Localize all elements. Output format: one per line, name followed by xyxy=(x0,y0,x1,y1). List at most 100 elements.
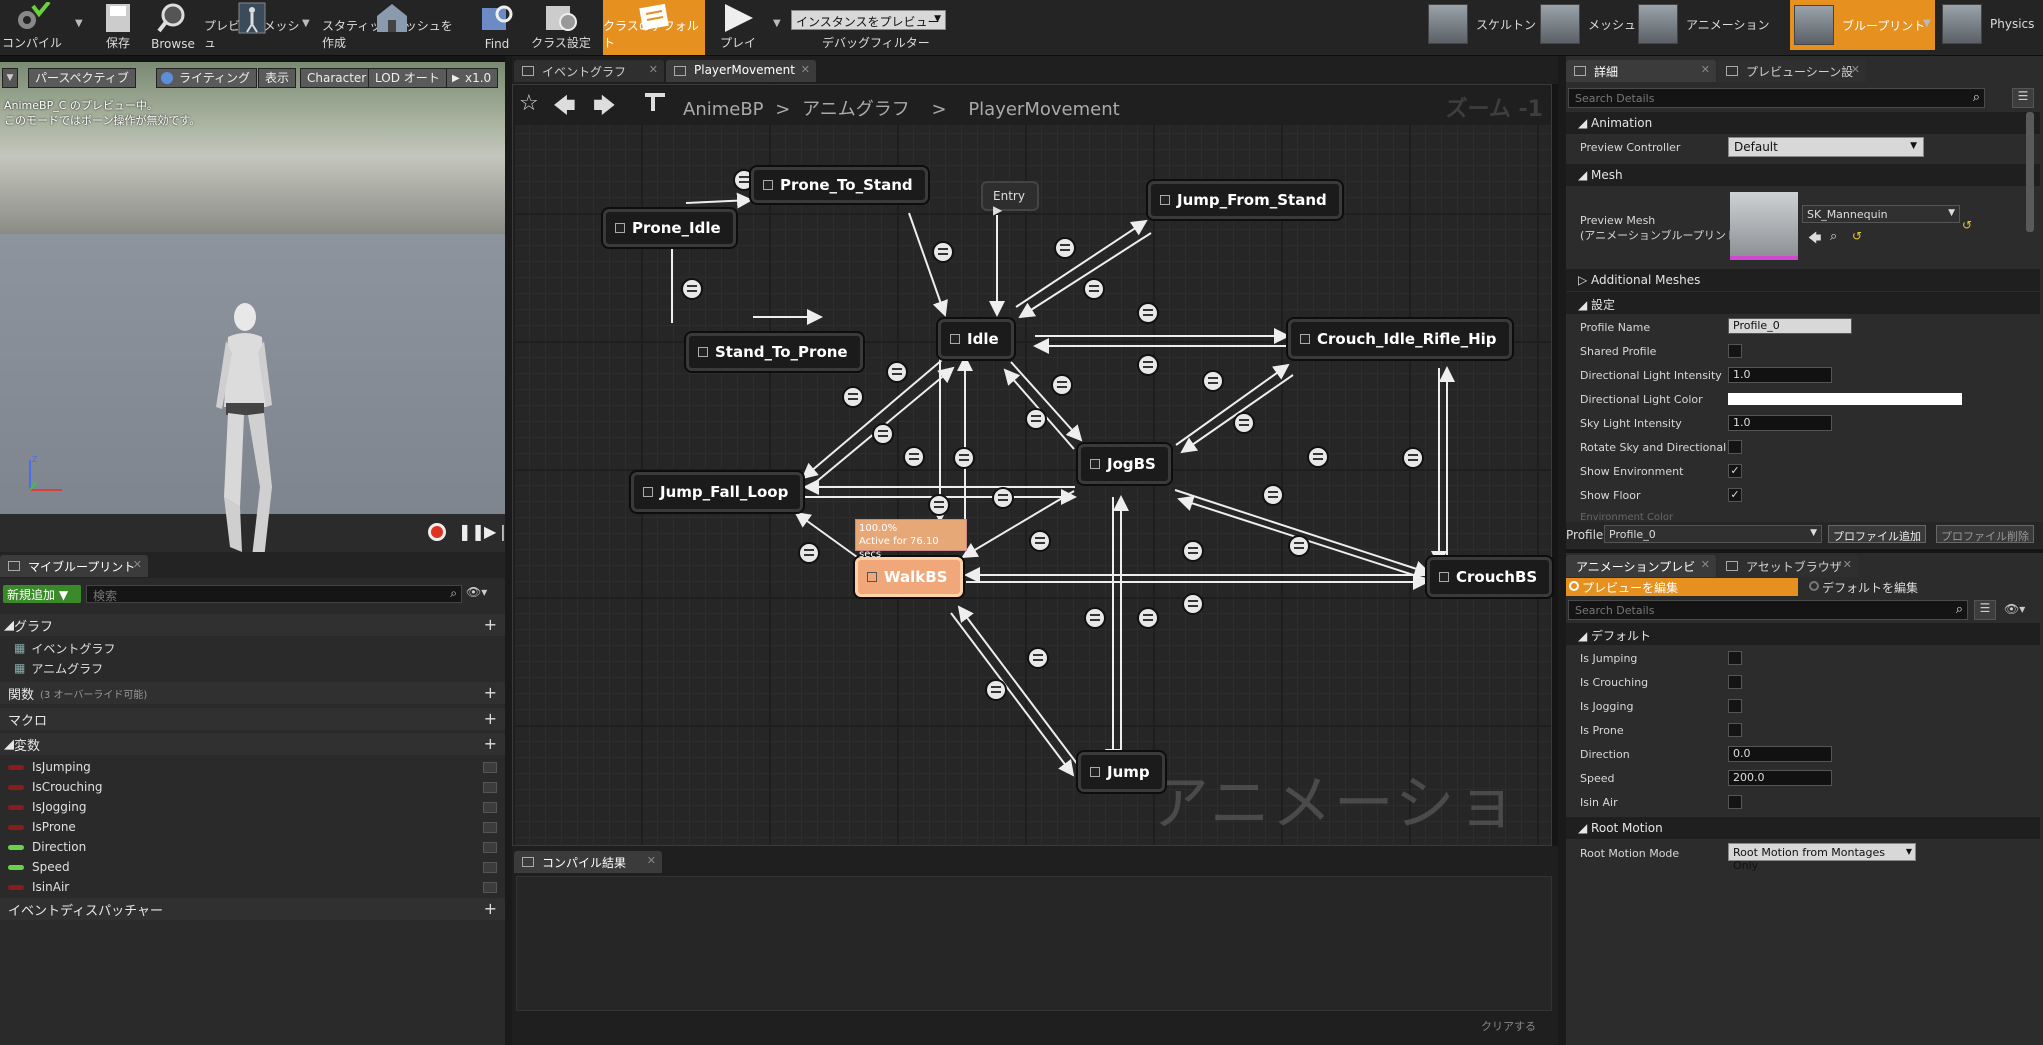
close-icon[interactable]: ✕ xyxy=(1851,63,1860,76)
tab-details[interactable]: 詳細 ✕ xyxy=(1566,60,1716,82)
my-blueprint-search-input[interactable]: 検索 ⌕ xyxy=(86,585,462,603)
state-crouchbs[interactable]: CrouchBS xyxy=(1427,557,1553,597)
add-variable-icon[interactable]: + xyxy=(484,734,497,753)
character-button[interactable]: Character xyxy=(300,68,374,88)
save-button[interactable]: 保存 xyxy=(96,0,140,55)
left-splitter[interactable] xyxy=(505,56,512,1045)
view-options-icon[interactable]: ☰ xyxy=(1974,600,1996,620)
mode-skeleton-button[interactable]: スケルトン xyxy=(1428,0,1536,48)
preview-mesh-button[interactable]: プレビューメッシュ xyxy=(204,0,300,55)
preview-mesh-select[interactable]: SK_Mannequin ▼ xyxy=(1802,205,1960,223)
state-prone-idle[interactable]: Prone_Idle xyxy=(603,209,736,247)
variable-item[interactable]: Speed xyxy=(0,857,505,877)
tab-compile-results[interactable]: コンパイル結果 ✕ xyxy=(514,851,662,873)
entry-node[interactable]: Entry ▶ xyxy=(981,181,1039,217)
dispatchers-section-header[interactable]: イベントディスパッチャー + xyxy=(0,898,505,920)
functions-section-header[interactable]: 関数 (3 オーバーライド可能) + xyxy=(0,682,505,704)
transition-rule-icon[interactable] xyxy=(985,679,1007,701)
speed-input[interactable]: 200.0 xyxy=(1728,770,1832,786)
viewport-menu-button[interactable]: ▼ xyxy=(2,68,18,88)
state-jump-fall-loop[interactable]: Jump_Fall_Loop xyxy=(631,472,804,512)
show-floor-checkbox[interactable]: ✓ xyxy=(1728,488,1742,502)
visibility-eye-icon[interactable] xyxy=(483,881,497,893)
isin-air-checkbox[interactable] xyxy=(1728,795,1742,809)
transition-rule-icon[interactable] xyxy=(1137,354,1159,376)
transition-rule-icon[interactable] xyxy=(932,241,954,263)
anim-preview-search-input[interactable]: Search Details ⌕ xyxy=(1568,600,1968,620)
state-machine-graph[interactable]: ☆ 🡄 🡆 AnimeBP > アニムグラフ > PlayerMovement … xyxy=(512,84,1553,926)
visibility-eye-icon[interactable] xyxy=(483,781,497,793)
use-selected-icon[interactable]: 🡄 xyxy=(1808,229,1821,251)
direction-input[interactable]: 0.0 xyxy=(1728,746,1832,762)
class-defaults-button[interactable]: クラスのデフォルト xyxy=(603,0,705,55)
class-settings-button[interactable]: クラス設定 xyxy=(526,0,596,55)
close-icon[interactable]: ✕ xyxy=(647,854,656,867)
tab-event-graph[interactable]: イベントグラフ ✕ xyxy=(514,60,664,82)
tab-player-movement[interactable]: PlayerMovement ✕ xyxy=(666,60,816,82)
right-splitter[interactable] xyxy=(1558,56,1566,1045)
transition-rule-icon[interactable] xyxy=(1051,374,1073,396)
mode-animation-button[interactable]: アニメーション xyxy=(1638,0,1770,48)
visibility-eye-icon[interactable] xyxy=(483,861,497,873)
visibility-eye-icon[interactable] xyxy=(483,841,497,853)
make-static-mesh-button[interactable]: スタティックメッシュを作成 xyxy=(322,0,462,55)
close-icon[interactable]: ✕ xyxy=(1701,63,1710,76)
profile-select[interactable]: Profile_0 ▼ xyxy=(1604,525,1822,543)
sky-light-intensity-input[interactable]: 1.0 xyxy=(1728,415,1832,431)
variable-item[interactable]: IsJogging xyxy=(0,797,505,817)
browse-asset-icon[interactable]: ⌕ xyxy=(1830,229,1837,244)
clear-button[interactable]: クリアする xyxy=(1481,1018,1536,1034)
close-icon[interactable]: ✕ xyxy=(649,63,658,76)
transition-rule-icon[interactable] xyxy=(1262,484,1284,506)
root-motion-mode-select[interactable]: Root Motion from Montages Only ▼ xyxy=(1728,843,1916,872)
transition-rule-icon[interactable] xyxy=(1137,302,1159,324)
remove-profile-button[interactable]: プロファイル削除 xyxy=(1936,525,2034,543)
tab-my-blueprint[interactable]: マイブループリント ✕ xyxy=(0,555,148,577)
state-jump[interactable]: Jump xyxy=(1078,752,1165,792)
transition-rule-icon[interactable] xyxy=(1084,607,1106,629)
mode-dropdown-icon[interactable]: ▼ xyxy=(1923,18,1931,29)
eye-view-icon[interactable]: 👁▾ xyxy=(2004,602,2025,616)
state-crouch-idle-rifle-hip[interactable]: Crouch_Idle_Rifle_Hip xyxy=(1288,319,1512,359)
preview-mesh-dropdown-icon[interactable]: ▼ xyxy=(302,18,310,29)
play-button[interactable]: プレイ xyxy=(712,0,764,55)
mesh-thumbnail[interactable] xyxy=(1730,192,1798,260)
transition-rule-icon[interactable] xyxy=(1083,278,1105,300)
default-category-header[interactable]: ◢ デフォルト xyxy=(1566,623,2040,645)
mesh-category-header[interactable]: ◢ Mesh xyxy=(1566,164,2040,186)
transition-rule-icon[interactable] xyxy=(1202,370,1224,392)
mode-blueprint-button[interactable]: ブループリント xyxy=(1790,0,1936,50)
add-macro-icon[interactable]: + xyxy=(484,709,497,728)
rotate-sky-checkbox[interactable] xyxy=(1728,440,1742,454)
graph-item-anim[interactable]: ▦ アニムグラフ xyxy=(0,658,505,678)
playback-speed-button[interactable]: ▶ x1.0 xyxy=(446,68,499,88)
close-icon[interactable]: ✕ xyxy=(133,558,142,571)
play-dropdown-icon[interactable]: ▼ xyxy=(773,18,781,29)
tab-preview-scene[interactable]: プレビューシーン設 ✕ xyxy=(1718,60,1866,82)
tab-anim-preview[interactable]: アニメーションプレビュ✕ xyxy=(1566,555,1716,591)
transition-rule-icon[interactable] xyxy=(1307,446,1329,468)
state-stand-to-prone[interactable]: Stand_To_Prone xyxy=(686,333,863,371)
transition-rule-icon[interactable] xyxy=(1288,535,1310,557)
add-function-icon[interactable]: + xyxy=(484,683,497,702)
variable-item[interactable]: IsCrouching xyxy=(0,777,505,797)
reset-arrow-icon[interactable]: ↺ xyxy=(1852,229,1862,243)
directional-light-intensity-input[interactable]: 1.0 xyxy=(1728,367,1832,383)
preview-controller-select[interactable]: Default ▼ xyxy=(1728,137,1924,157)
state-jogbs[interactable]: JogBS xyxy=(1078,444,1171,484)
transition-rule-icon[interactable] xyxy=(842,386,864,408)
perspective-button[interactable]: パースペクティブ xyxy=(28,68,136,88)
show-button[interactable]: 表示 xyxy=(258,68,297,88)
lighting-button[interactable]: ライティング xyxy=(156,68,258,88)
transition-rule-icon[interactable] xyxy=(928,494,950,516)
details-search-input[interactable]: Search Details ⌕ xyxy=(1568,88,1985,108)
is-prone-checkbox[interactable] xyxy=(1728,723,1742,737)
transition-rule-icon[interactable] xyxy=(903,446,925,468)
transition-rule-icon[interactable] xyxy=(1025,408,1047,430)
transition-rule-icon[interactable] xyxy=(992,487,1014,509)
variable-item[interactable]: IsJumping xyxy=(0,757,505,777)
state-walkbs[interactable]: WalkBS xyxy=(855,557,963,597)
shared-profile-checkbox[interactable] xyxy=(1728,344,1742,358)
state-idle[interactable]: Idle xyxy=(938,319,1014,359)
browse-button[interactable]: Browse xyxy=(148,0,198,55)
